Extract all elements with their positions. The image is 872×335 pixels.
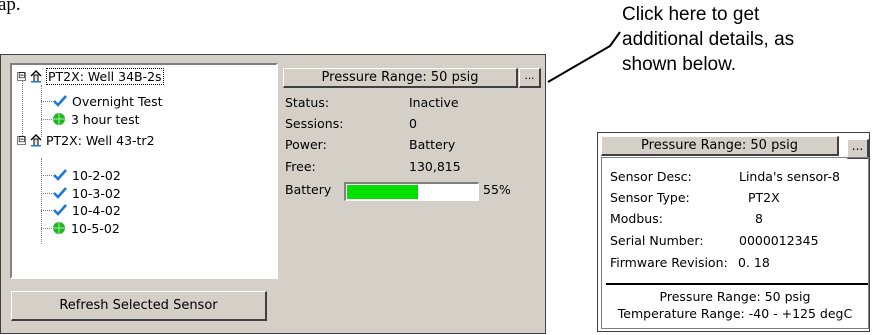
pressure-range-button[interactable]: Pressure Range: 50 psig bbox=[283, 68, 518, 88]
temperature-range-text: Temperature Range: -40 - +125 degC bbox=[617, 306, 853, 321]
tree-session-node[interactable]: 10-3-02 bbox=[52, 184, 121, 202]
tree-session-node[interactable]: 10-5-02 bbox=[52, 219, 120, 237]
status-label: Status: bbox=[285, 95, 330, 110]
power-label: Power: bbox=[285, 137, 327, 152]
green-dot-icon bbox=[53, 113, 65, 125]
serial-number-value: 0000012345 bbox=[739, 233, 819, 248]
power-value: Battery bbox=[409, 137, 456, 152]
battery-label: Battery bbox=[285, 182, 332, 197]
tree-session-label: 10-3-02 bbox=[72, 185, 121, 201]
green-dot-icon bbox=[53, 222, 65, 234]
tree-session-label: 10-2-02 bbox=[72, 167, 121, 183]
modbus-value: 8 bbox=[755, 211, 763, 226]
sensor-icon bbox=[30, 70, 42, 83]
tree-session-label: 3 hour test bbox=[71, 111, 140, 127]
firmware-revision-label: Firmware Revision: bbox=[610, 255, 728, 270]
tree-session-node[interactable]: Overnight Test bbox=[52, 92, 163, 110]
collapse-icon[interactable]: ⊟ bbox=[17, 135, 26, 145]
pressure-range-button[interactable]: Pressure Range: 50 psig bbox=[601, 136, 839, 156]
free-value: 130,815 bbox=[409, 159, 461, 174]
pressure-range-text: Pressure Range: 50 psig bbox=[659, 289, 811, 304]
battery-percent: 55% bbox=[483, 182, 511, 197]
tree-sensor-node[interactable]: ⊟ PT2X: Well 34B-2s bbox=[17, 67, 164, 85]
tree-sensor-label: PT2X: Well 34B-2s bbox=[46, 67, 164, 85]
refresh-selected-sensor-button[interactable]: Refresh Selected Sensor bbox=[11, 291, 267, 321]
tree-session-node[interactable]: 3 hour test bbox=[52, 110, 140, 128]
tree-session-label: 10-5-02 bbox=[71, 220, 120, 236]
sensor-tree[interactable]: ⊟ PT2X: Well 34B-2s Overnight Test 3 hou… bbox=[10, 63, 278, 279]
sensor-desc-label: Sensor Desc: bbox=[610, 169, 692, 184]
tree-sensor-label: PT2X: Well 43-tr2 bbox=[46, 132, 155, 148]
tree-session-node[interactable]: 10-4-02 bbox=[52, 201, 121, 219]
sensor-type-label: Sensor Type: bbox=[610, 190, 690, 205]
details-button[interactable]: ... bbox=[519, 68, 541, 88]
modbus-label: Modbus: bbox=[610, 211, 663, 226]
separator-line bbox=[606, 283, 868, 285]
sensor-icon bbox=[30, 134, 42, 147]
tree-sensor-node[interactable]: ⊟ PT2X: Well 43-tr2 bbox=[17, 131, 155, 149]
details-button[interactable]: ... bbox=[847, 139, 869, 159]
tree-session-label: 10-4-02 bbox=[72, 202, 121, 218]
serial-number-label: Serial Number: bbox=[610, 233, 704, 248]
check-icon bbox=[53, 187, 67, 199]
sensor-type-value: PT2X bbox=[748, 190, 780, 205]
tree-session-node[interactable]: 10-2-02 bbox=[52, 166, 121, 184]
free-label: Free: bbox=[285, 159, 316, 174]
battery-progress-fill bbox=[347, 185, 418, 199]
tree-session-label: Overnight Test bbox=[72, 93, 163, 109]
status-value: Inactive bbox=[409, 95, 459, 110]
collapse-icon[interactable]: ⊟ bbox=[17, 71, 26, 81]
check-icon bbox=[53, 204, 67, 216]
firmware-revision-value: 0. 18 bbox=[738, 255, 770, 270]
check-icon bbox=[53, 169, 67, 181]
sessions-label: Sessions: bbox=[285, 116, 344, 131]
sensor-dialog: ⊟ PT2X: Well 34B-2s Overnight Test 3 hou… bbox=[0, 54, 546, 334]
sessions-value: 0 bbox=[409, 116, 417, 131]
check-icon bbox=[53, 95, 67, 107]
sensor-details-panel: Pressure Range: 50 psig ... Sensor Desc:… bbox=[597, 132, 870, 332]
sensor-desc-value: Linda's sensor-8 bbox=[739, 169, 840, 184]
battery-progress-bar bbox=[344, 182, 479, 201]
